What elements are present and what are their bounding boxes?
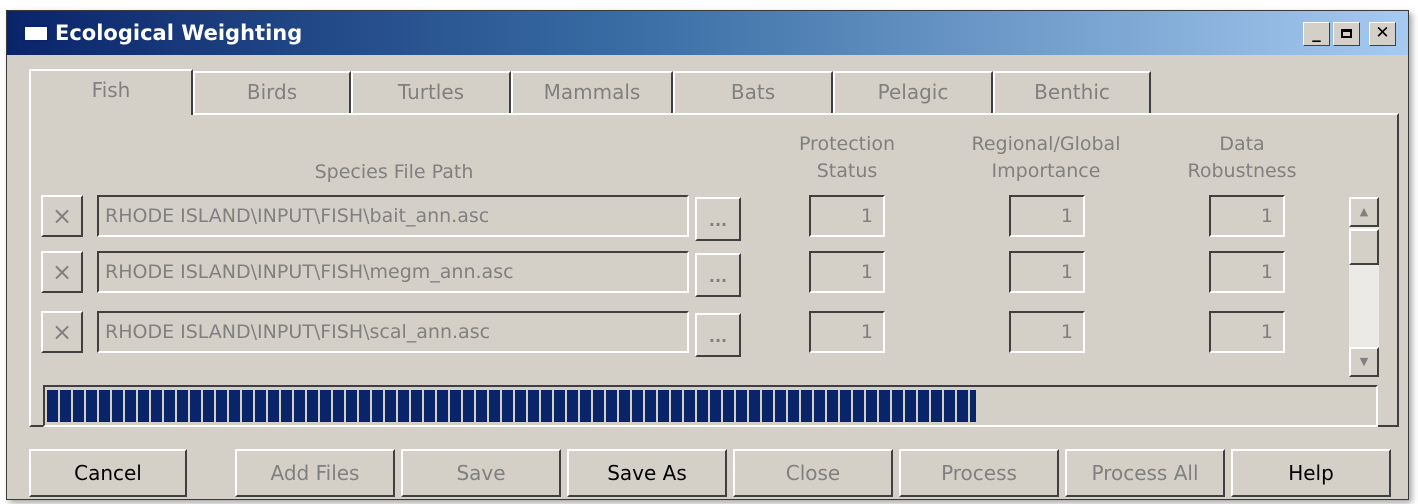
save-as-button[interactable]: Save As (567, 449, 727, 497)
save-button[interactable]: Save (401, 449, 561, 497)
arrow-up-icon: ▲ (1359, 205, 1369, 218)
browse-button[interactable]: ... (695, 313, 741, 357)
protection-status-field[interactable]: 1 (809, 311, 885, 353)
robustness-field[interactable]: 1 (1209, 311, 1285, 353)
window-title: Ecological Weighting (55, 21, 303, 45)
species-file-path-field[interactable]: RHODE ISLAND\INPUT\FISH\scal_ann.asc (97, 311, 689, 353)
cancel-button[interactable]: Cancel (29, 449, 187, 497)
tab-benthic[interactable]: Benthic (993, 71, 1151, 113)
ellipsis-icon: ... (708, 211, 728, 230)
remove-row-button[interactable]: × (41, 195, 83, 237)
species-file-path-field[interactable]: RHODE ISLAND\INPUT\FISH\megm_ann.asc (97, 251, 689, 293)
importance-header: Regional/Global Importance (951, 131, 1141, 185)
header-line: Robustness (1187, 160, 1297, 182)
tab-pelagic[interactable]: Pelagic (833, 71, 993, 113)
importance-field[interactable]: 1 (1009, 311, 1085, 353)
tab-label: Turtles (397, 80, 465, 104)
tab-bats[interactable]: Bats (673, 71, 833, 113)
robustness-field[interactable]: 1 (1209, 195, 1285, 237)
header-line: Regional/Global (971, 133, 1121, 155)
tab-label: Birds (246, 80, 298, 104)
header-line: Data (1219, 133, 1265, 155)
close-button[interactable]: Close (733, 449, 893, 497)
progress-fill (47, 390, 976, 422)
robustness-field[interactable]: 1 (1209, 251, 1285, 293)
scroll-down-button[interactable]: ▼ (1349, 347, 1379, 377)
scroll-up-button[interactable]: ▲ (1349, 197, 1379, 227)
maximize-button[interactable] (1333, 22, 1360, 46)
tab-label: Benthic (1034, 80, 1110, 104)
title-bar[interactable]: Ecological Weighting _ ✕ (7, 11, 1408, 55)
scroll-thumb[interactable] (1349, 229, 1379, 265)
header-line: Protection (798, 133, 896, 155)
ecological-weighting-window: Ecological Weighting _ ✕ Fish Birds Turt… (6, 10, 1409, 500)
tab-mammals[interactable]: Mammals (511, 71, 673, 113)
remove-row-button[interactable]: × (41, 251, 83, 293)
importance-field[interactable]: 1 (1009, 195, 1085, 237)
window-icon (23, 25, 49, 42)
tab-turtles[interactable]: Turtles (351, 71, 511, 113)
importance-field[interactable]: 1 (1009, 251, 1085, 293)
remove-icon: × (51, 202, 73, 230)
process-all-button[interactable]: Process All (1065, 449, 1225, 497)
ellipsis-icon: ... (708, 327, 728, 346)
arrow-down-icon: ▼ (1359, 355, 1369, 368)
tab-label: Fish (91, 78, 131, 102)
minimize-icon: _ (1312, 23, 1321, 43)
ellipsis-icon: ... (708, 267, 728, 286)
tab-label: Bats (730, 80, 776, 104)
header-line: Status (816, 160, 878, 182)
maximize-icon (1341, 29, 1352, 38)
vertical-scrollbar[interactable]: ▲ ▼ (1349, 197, 1379, 377)
tab-label: Pelagic (877, 80, 949, 104)
close-icon: ✕ (1375, 23, 1390, 43)
add-files-button[interactable]: Add Files (235, 449, 395, 497)
protection-status-field[interactable]: 1 (809, 251, 885, 293)
protection-header: Protection Status (767, 131, 927, 185)
help-button[interactable]: Help (1231, 449, 1391, 497)
progress-bar (43, 385, 1378, 427)
remove-icon: × (51, 318, 73, 346)
close-window-button[interactable]: ✕ (1369, 22, 1396, 46)
header-line: Importance (991, 160, 1101, 182)
tab-birds[interactable]: Birds (193, 71, 351, 113)
species-file-path-field[interactable]: RHODE ISLAND\INPUT\FISH\bait_ann.asc (97, 195, 689, 237)
remove-icon: × (51, 258, 73, 286)
protection-status-field[interactable]: 1 (809, 195, 885, 237)
tab-fish[interactable]: Fish (29, 69, 193, 115)
tab-label: Mammals (543, 80, 641, 104)
minimize-button[interactable]: _ (1303, 22, 1330, 46)
remove-row-button[interactable]: × (41, 311, 83, 353)
process-button[interactable]: Process (899, 449, 1059, 497)
species-path-header: Species File Path (314, 161, 474, 183)
browse-button[interactable]: ... (695, 253, 741, 297)
robustness-header: Data Robustness (1167, 131, 1317, 185)
browse-button[interactable]: ... (695, 197, 741, 241)
